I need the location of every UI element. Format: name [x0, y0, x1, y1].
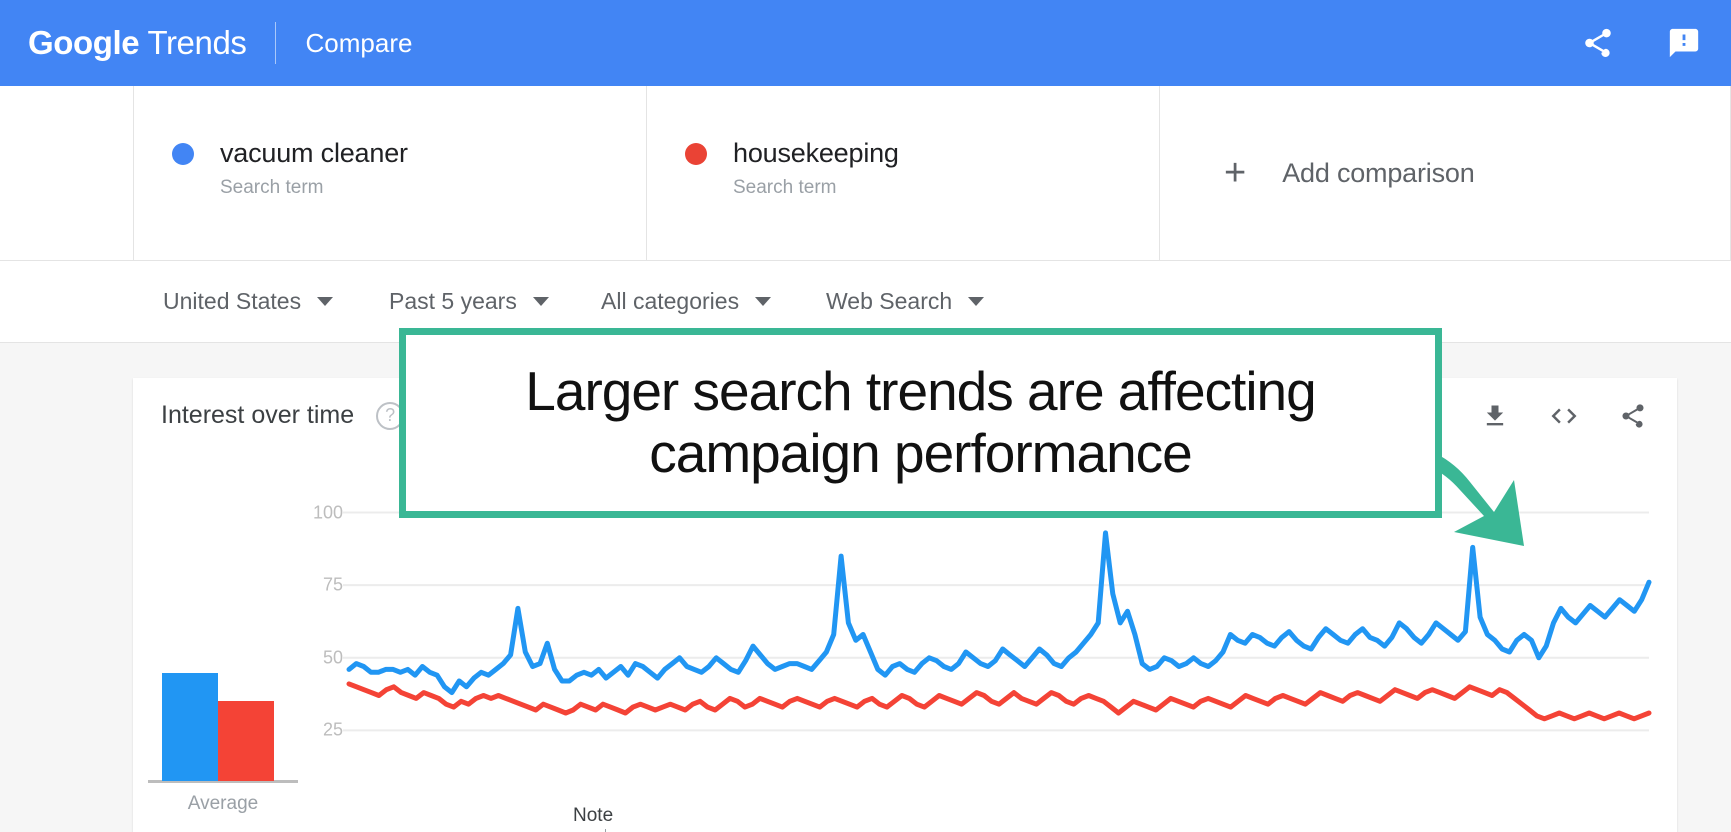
chart-title: Interest over time	[161, 401, 355, 429]
filter-timerange[interactable]: Past 5 years	[389, 288, 549, 315]
series-dot-blue-icon	[172, 142, 194, 165]
series-line-0	[346, 530, 1652, 696]
add-comparison-label: Add comparison	[1282, 157, 1475, 188]
series-dot-red-icon	[685, 142, 707, 165]
share-icon-svg	[1585, 28, 1611, 58]
search-term-card-2[interactable]: housekeeping Search term	[646, 86, 1159, 260]
top-bar-actions	[1581, 0, 1701, 86]
annotation-line-2: campaign performance	[649, 422, 1193, 484]
search-term-subtitle-1: Search term	[220, 177, 324, 198]
filter-timerange-label: Past 5 years	[389, 288, 517, 314]
search-term-subtitle-2: Search term	[733, 177, 837, 198]
google-trends-logo[interactable]: Google Trends	[28, 24, 247, 62]
google-trends-page: Google Trends Compare vacuum cleaner Sea…	[0, 0, 1731, 832]
search-terms-row: vacuum cleaner Search term housekeeping …	[0, 86, 1731, 261]
filter-location[interactable]: United States	[163, 288, 334, 315]
chevron-down-icon	[755, 297, 772, 306]
chart-actions	[1481, 378, 1647, 453]
filter-searchtype[interactable]: Web Search	[826, 288, 985, 315]
share-icon[interactable]	[1581, 26, 1615, 60]
share-icon-svg	[1622, 403, 1644, 428]
chevron-down-icon	[968, 297, 985, 306]
logo-google-word: Google	[28, 24, 140, 61]
annotation-callout: Larger search trends are affecting campa…	[399, 328, 1442, 518]
filter-category[interactable]: All categories	[601, 288, 772, 315]
terms-left-gutter	[0, 86, 133, 260]
chevron-down-icon	[532, 297, 549, 306]
search-term-header-1: vacuum cleaner	[172, 138, 646, 169]
compare-title: Compare	[305, 27, 413, 58]
search-term-name-1: vacuum cleaner	[220, 138, 408, 168]
plus-icon: +	[1224, 152, 1247, 194]
filter-searchtype-label: Web Search	[826, 288, 953, 314]
chevron-down-icon	[317, 297, 334, 306]
note-annotation-label[interactable]: Note	[573, 805, 613, 827]
share-icon[interactable]	[1619, 402, 1647, 430]
embed-icon-svg	[1551, 408, 1577, 423]
logo-trends-word: Trends	[139, 24, 247, 61]
top-app-bar: Google Trends Compare	[0, 0, 1731, 86]
header-divider	[274, 22, 276, 64]
annotation-line-1: Larger search trends are affecting	[525, 360, 1316, 423]
filter-category-label: All categories	[601, 288, 740, 314]
filter-location-label: United States	[163, 288, 302, 314]
search-term-header-2: housekeeping	[685, 138, 1159, 169]
download-icon[interactable]	[1481, 402, 1509, 430]
feedback-icon-svg	[1669, 28, 1699, 58]
series-line-1	[346, 681, 1652, 722]
search-term-card-1[interactable]: vacuum cleaner Search term	[133, 86, 646, 260]
embed-icon[interactable]	[1549, 401, 1579, 431]
feedback-icon[interactable]	[1667, 26, 1701, 60]
add-comparison-button[interactable]: + Add comparison	[1159, 86, 1730, 260]
download-icon-svg	[1486, 405, 1504, 425]
search-term-name-2: housekeeping	[733, 138, 899, 168]
